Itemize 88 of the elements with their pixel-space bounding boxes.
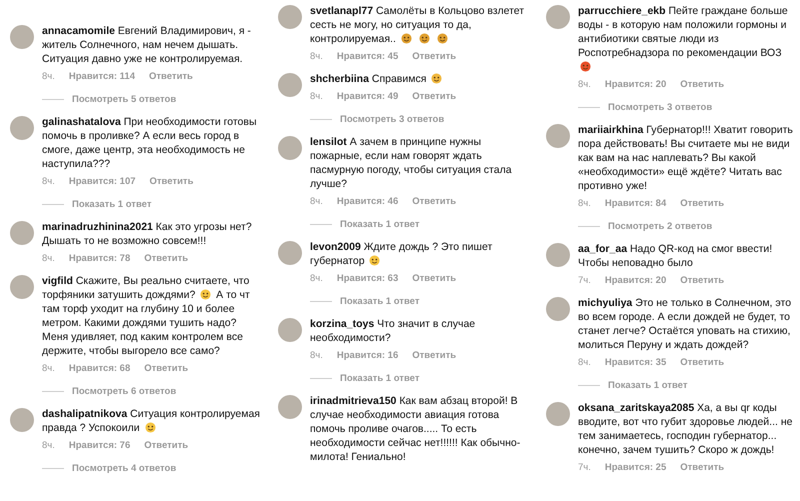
comment-text: parrucchiere_ekb Пейте граждане больше воды - в которую нам положили гормоны и антибиотики святые люди из Роспотребнадзора по рекомендации ВОЗ (578, 4, 796, 74)
avatar-photo[interactable] (546, 243, 570, 267)
likes-count[interactable]: Нравится: 25 (604, 462, 666, 473)
reply-link[interactable]: Ответить (412, 350, 456, 361)
avatar-photo[interactable] (278, 136, 302, 160)
avatar-photo[interactable] (278, 395, 302, 419)
comment-text: irinadmitrieva150 Как вам абзац второй! В случае необходимости авиация готова помочь проливе очагов..... То есть необходимости сейчас нет!!!!!! Как обычно-милота! Гениально! (310, 394, 522, 464)
comment-time: 8ч. (310, 196, 323, 207)
comment-time: 8ч. (578, 357, 591, 368)
comment-time: 8ч. (42, 253, 55, 264)
reply-link[interactable]: Ответить (680, 198, 724, 209)
avatar-photo[interactable] (10, 25, 34, 49)
comment-time: 8ч. (578, 79, 591, 90)
likes-count[interactable]: Нравится: 78 (68, 253, 130, 264)
comment-time: 8ч. (310, 91, 323, 102)
comment-text: marinadruzhinina2021 Как это угрозы нет? Дышать то не возможно совсем!!! (42, 220, 253, 248)
reply-link[interactable]: Ответить (144, 253, 188, 264)
reply-link[interactable]: Ответить (412, 91, 456, 102)
reply-link[interactable]: Ответить (412, 273, 456, 284)
comment-text: galinashatalova При необходимости готовы помочь в проливке? А если весь город в смоге, даже центр, эта необходимость не наступила??? (42, 115, 258, 171)
comment-time: 8ч. (42, 440, 55, 451)
view-replies-link[interactable]: Показать 1 ответ (340, 373, 420, 384)
comment-time: 8ч. (310, 51, 323, 62)
view-replies-link[interactable]: Показать 1 ответ (340, 296, 420, 307)
likes-count[interactable]: Нравится: 20 (604, 275, 666, 286)
view-replies-link[interactable]: Показать 1 ответ (72, 199, 152, 210)
comment-time: 8ч. (42, 363, 55, 374)
comment-text: korzina_toys Что значит в случае необходимости? (310, 317, 476, 345)
view-replies-link[interactable]: Показать 1 ответ (608, 380, 688, 391)
comment-text: michyuliya Это не только в Солнечном, это во всем городе. А если дождей не будет, то станет легче? Остаётся уповать на стихию, молиться Перуну и ждать дождей? (578, 296, 792, 352)
comment-text: levon2009 Ждите дождь ? Это пишет губернатор (310, 240, 494, 268)
comment-text: oksana_zaritskaya2085 Ха, а вы qr коды вводите, вот что губит здоровье людей... не тем занимаетесь, господин губернатор... конечно, зачем тушить? Скоро ж дождь! (578, 401, 794, 457)
comment-text: vigfild Скажите, Вы реально считаете, что торфяники затушить дождями? А то чт там торф уходит на глубину 10 и более метром. Какими дождями тушить надо? Меня удивляет, под каким контролем все держите, чтобы выгорело все само? (42, 274, 251, 358)
comment-text: svetlanapl77 Самолёты в Кольцово взлетет сесть не могу, но ситуация то да, контролируемая.. (310, 4, 526, 46)
comment-time: 8ч. (310, 350, 323, 361)
avatar-photo[interactable] (10, 408, 34, 432)
avatar-photo[interactable] (278, 241, 302, 265)
avatar-photo[interactable] (278, 73, 302, 97)
likes-count[interactable]: Нравится: 114 (68, 71, 135, 82)
reply-link[interactable]: Ответить (149, 71, 193, 82)
view-replies-link[interactable]: Посмотреть 3 ответов (608, 102, 712, 113)
reply-link[interactable]: Ответить (680, 79, 724, 90)
reply-link[interactable]: Ответить (680, 462, 724, 473)
reply-link[interactable]: Ответить (412, 196, 456, 207)
likes-count[interactable]: Нравится: 84 (604, 198, 666, 209)
view-replies-link[interactable]: Посмотреть 4 ответов (72, 463, 176, 474)
comment-text: annacamomile Евгений Владимирович, я - житель Солнечного, нам нечем дышать. Ситуация давно уже не контролируемая. (42, 24, 252, 66)
reply-link[interactable]: Ответить (144, 363, 188, 374)
comment-time: 8ч. (578, 198, 591, 209)
avatar-photo[interactable] (546, 5, 570, 29)
comment-time: 7ч. (578, 462, 591, 473)
comment-time: 8ч. (310, 273, 323, 284)
view-replies-link[interactable]: Посмотреть 2 ответов (608, 221, 712, 232)
comment-time: 7ч. (578, 275, 591, 286)
likes-count[interactable]: Нравится: 63 (336, 273, 398, 284)
avatar-photo[interactable] (546, 124, 570, 148)
likes-count[interactable]: Нравится: 46 (336, 196, 398, 207)
avatar-photo[interactable] (10, 221, 34, 245)
likes-count[interactable]: Нравится: 76 (68, 440, 130, 451)
reply-link[interactable]: Ответить (150, 176, 194, 187)
likes-count[interactable]: Нравится: 68 (68, 363, 130, 374)
comment-text: mariiairkhina Губернатор!!! Хватит говорить пора действовать! Вы считаете мы не види как вам на нас наплевать? Вы какой «необходимости» ещё ждёте? Читать вас противно уже! (578, 123, 794, 193)
likes-count[interactable]: Нравится: 20 (604, 79, 666, 90)
avatar-photo[interactable] (546, 402, 570, 426)
reply-link[interactable]: Ответить (412, 51, 456, 62)
view-replies-link[interactable]: Посмотреть 3 ответов (340, 114, 444, 125)
likes-count[interactable]: Нравится: 45 (336, 51, 398, 62)
reply-link[interactable]: Ответить (144, 440, 188, 451)
comment-text: dashalipatnikova Ситуация контролируемая правда ? Успокоили (42, 407, 261, 435)
view-replies-link[interactable]: Посмотреть 5 ответов (72, 94, 176, 105)
avatar-photo[interactable] (546, 297, 570, 321)
avatar-photo[interactable] (10, 275, 34, 299)
comment-time: 8ч. (42, 176, 55, 187)
avatar-photo[interactable] (10, 116, 34, 140)
avatar-photo[interactable] (278, 5, 302, 29)
comment-time: 8ч. (42, 71, 55, 82)
avatar-photo[interactable] (278, 318, 302, 342)
comment-text: lensilot А зачем в принципе нужны пожарные, если нам говорят ждать пасмурную погоду, чтобы ситуация стала лучше? (310, 135, 513, 191)
comment-text: shcherbiina Справимся (310, 72, 532, 86)
likes-count[interactable]: Нравится: 16 (336, 350, 398, 361)
reply-link[interactable]: Ответить (680, 357, 724, 368)
view-replies-link[interactable]: Показать 1 ответ (340, 219, 420, 230)
likes-count[interactable]: Нравится: 49 (336, 91, 398, 102)
comment-text: aa_for_aa Надо QR-код на смог ввести! Чтобы неповадно было (578, 242, 774, 270)
likes-count[interactable]: Нравится: 35 (604, 357, 666, 368)
likes-count[interactable]: Нравится: 107 (68, 176, 136, 187)
reply-link[interactable]: Ответить (680, 275, 724, 286)
view-replies-link[interactable]: Посмотреть 6 ответов (72, 386, 176, 397)
